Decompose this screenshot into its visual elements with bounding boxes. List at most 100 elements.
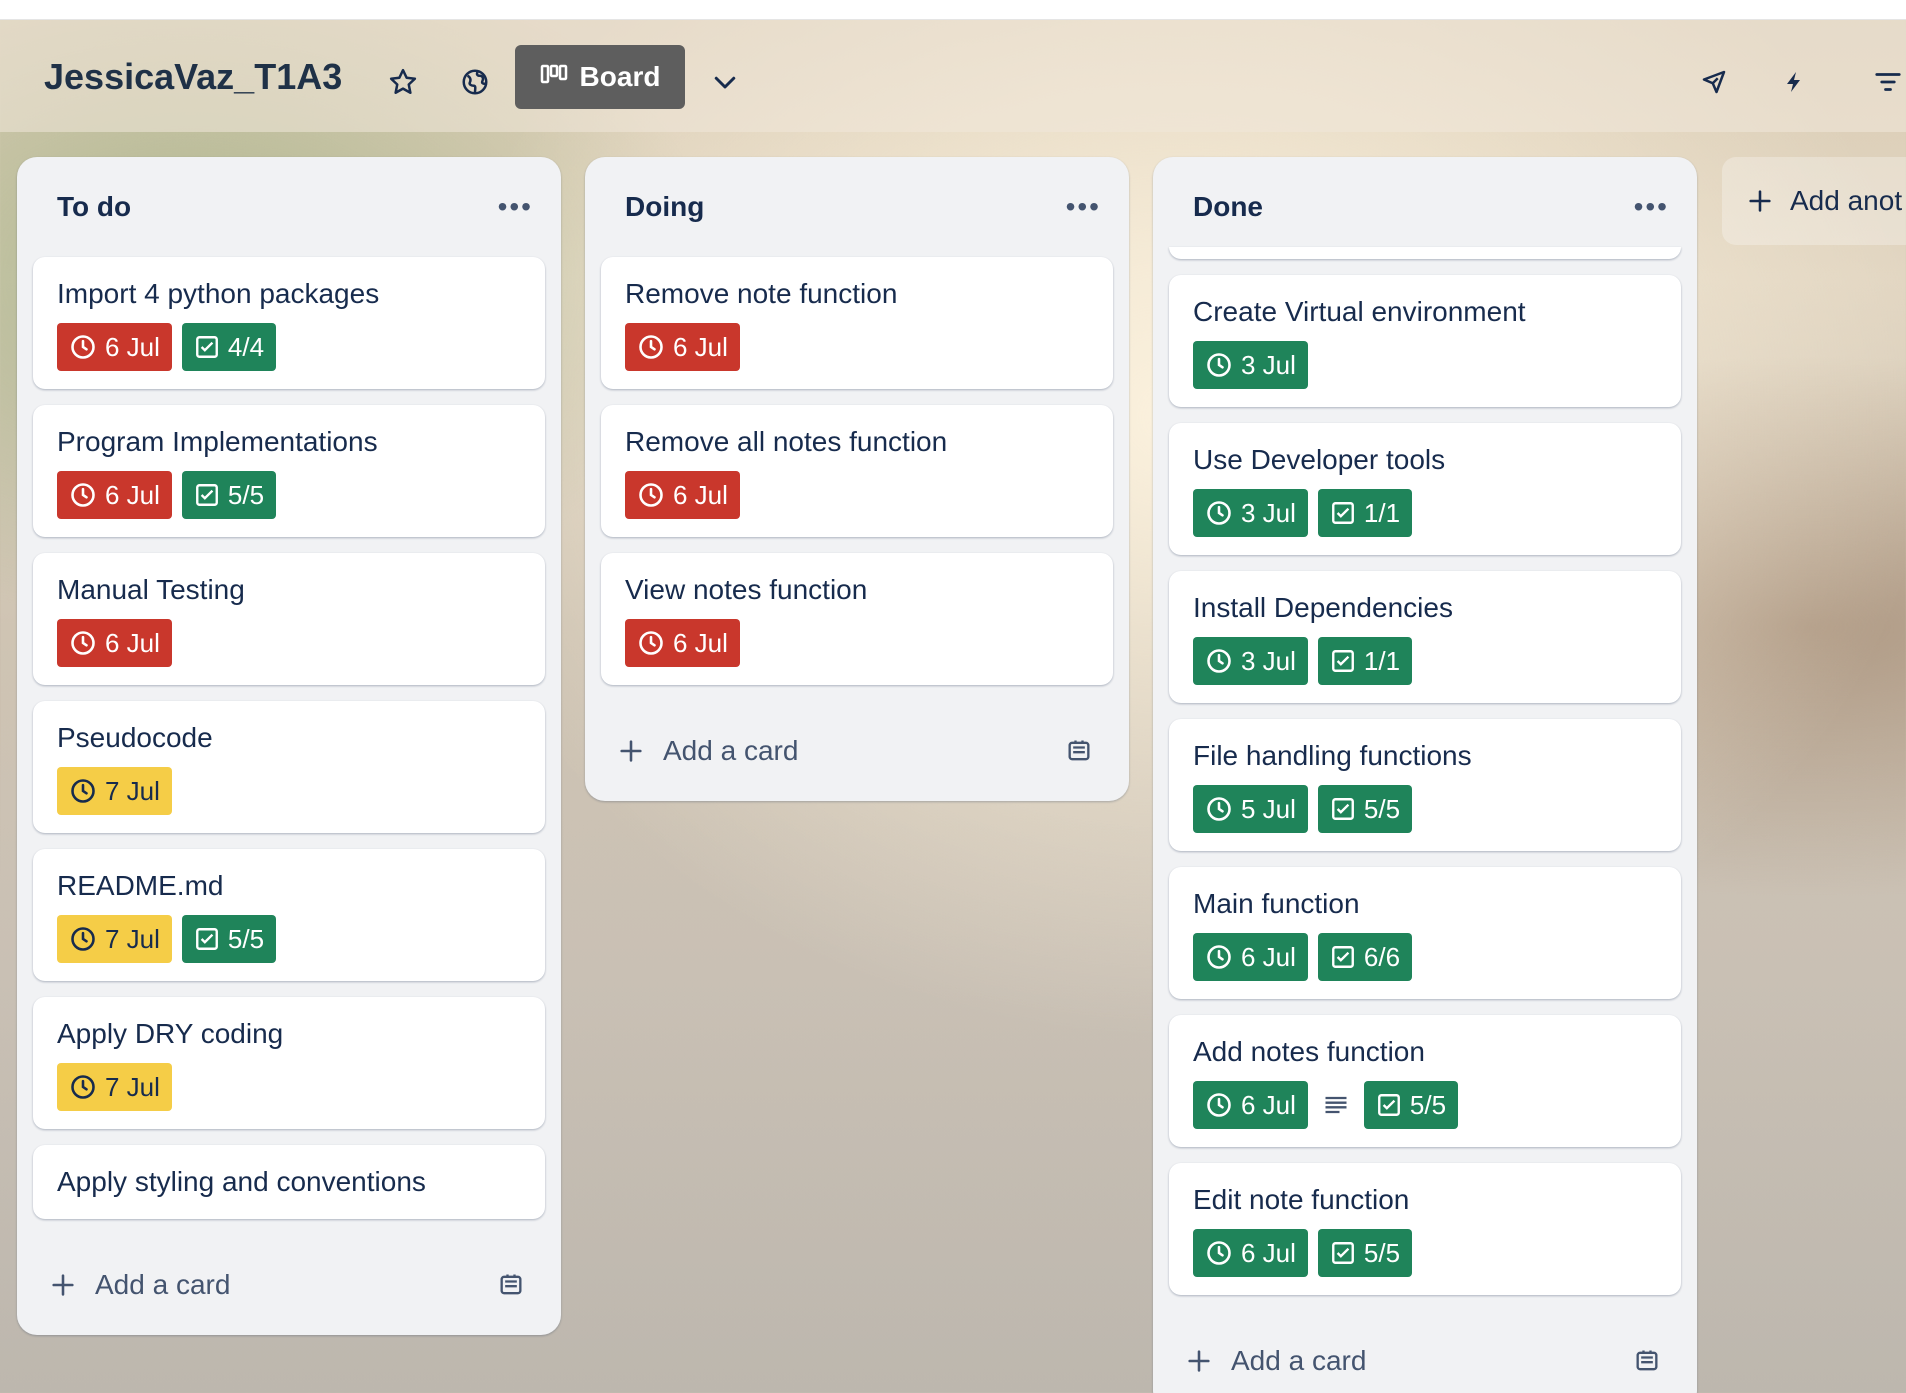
- card-title: Pseudocode: [57, 722, 213, 753]
- card[interactable]: Apply DRY coding 7 Jul: [33, 997, 545, 1129]
- card-title: Install Dependencies: [1193, 592, 1453, 623]
- due-date-badge[interactable]: 6 Jul: [1193, 1081, 1308, 1129]
- card[interactable]: Remove all notes function 6 Jul: [601, 405, 1113, 537]
- due-date-badge[interactable]: 6 Jul: [1193, 933, 1308, 981]
- add-card-button[interactable]: Add a card: [17, 1235, 561, 1335]
- filter-icon[interactable]: [1866, 60, 1906, 104]
- due-date-badge[interactable]: 6 Jul: [1193, 1229, 1308, 1277]
- checklist-badge: 5/5: [1317, 1229, 1413, 1277]
- board-view-button[interactable]: Board: [515, 45, 685, 109]
- checkbox-icon: [1331, 946, 1354, 968]
- checklist-badge: 5/5: [1317, 785, 1413, 833]
- more-dots-icon[interactable]: •••: [1066, 191, 1101, 223]
- due-date-badge[interactable]: 3 Jul: [1193, 341, 1308, 389]
- clock-icon: [1207, 353, 1231, 377]
- list-header: To do •••: [17, 157, 561, 257]
- add-card-button[interactable]: Add a card: [585, 701, 1129, 801]
- due-date-badge[interactable]: 6 Jul: [57, 323, 172, 371]
- rocket-icon[interactable]: [1692, 60, 1736, 104]
- list-header: Done •••: [1153, 157, 1697, 257]
- chevron-down-icon[interactable]: [703, 60, 747, 104]
- card[interactable]: Edit note function 6 Jul 5/5: [1169, 1163, 1681, 1295]
- card[interactable]: View notes function 6 Jul: [601, 553, 1113, 685]
- checkbox-icon: [1377, 1094, 1400, 1116]
- clock-icon: [71, 927, 95, 951]
- card[interactable]: Apply styling and conventions: [33, 1145, 545, 1219]
- due-date-badge[interactable]: 6 Jul: [625, 619, 740, 667]
- card-title: README.md: [57, 870, 224, 901]
- due-date-text: 6 Jul: [673, 331, 728, 362]
- due-date-text: 3 Jul: [1241, 349, 1296, 380]
- clock-icon: [71, 483, 95, 507]
- card-template-icon[interactable]: [1065, 737, 1093, 765]
- due-date-text: 6 Jul: [105, 479, 160, 510]
- star-icon[interactable]: [381, 60, 425, 104]
- clock-icon: [1207, 945, 1231, 969]
- card[interactable]: Remove note function 6 Jul: [601, 257, 1113, 389]
- due-date-text: 6 Jul: [1241, 1089, 1296, 1120]
- card[interactable]: File handling functions 5 Jul 5/5: [1169, 719, 1681, 851]
- list-doing: Doing ••• Remove note function 6 Jul Rem…: [585, 157, 1129, 801]
- due-date-badge[interactable]: 3 Jul: [1193, 489, 1308, 537]
- due-date-text: 6 Jul: [1241, 941, 1296, 972]
- clock-icon: [71, 1075, 95, 1099]
- list-title[interactable]: Done: [1193, 191, 1263, 223]
- card[interactable]: Main function 6 Jul 6/6: [1169, 867, 1681, 999]
- list-title[interactable]: To do: [57, 191, 131, 223]
- card[interactable]: Create Virtual environment 3 Jul: [1169, 275, 1681, 407]
- checklist-count: 4/4: [227, 331, 265, 362]
- due-date-badge[interactable]: 7 Jul: [57, 1063, 172, 1111]
- board-columns-icon: [540, 61, 568, 93]
- card[interactable]: README.md 7 Jul 5/5: [33, 849, 545, 981]
- due-date-badge[interactable]: 6 Jul: [57, 619, 172, 667]
- checklist-badge: 5/5: [181, 915, 277, 963]
- checklist-badge: 5/5: [181, 471, 277, 519]
- checklist-count: 6/6: [1363, 941, 1401, 972]
- more-dots-icon[interactable]: •••: [498, 191, 533, 223]
- browser-top-strip: [0, 0, 1906, 20]
- board-view-label: Board: [579, 61, 661, 92]
- due-date-text: 5 Jul: [1241, 793, 1296, 824]
- due-date-badge[interactable]: 5 Jul: [1193, 785, 1308, 833]
- due-date-text: 6 Jul: [1241, 1237, 1296, 1268]
- checklist-count: 1/1: [1363, 497, 1401, 528]
- checkbox-icon: [1331, 650, 1354, 672]
- card[interactable]: Add notes function 6 Jul 5/5: [1169, 1015, 1681, 1147]
- card-template-icon[interactable]: [497, 1271, 525, 1299]
- card[interactable]: Install Dependencies 3 Jul 1/1: [1169, 571, 1681, 703]
- more-dots-icon[interactable]: •••: [1634, 191, 1669, 223]
- card[interactable]: Import 4 python packages 6 Jul 4/4: [33, 257, 545, 389]
- board-title[interactable]: JessicaVaz_T1A3: [44, 56, 342, 98]
- clock-icon: [1207, 797, 1231, 821]
- card[interactable]: Program Implementations 6 Jul 5/5: [33, 405, 545, 537]
- add-list-button[interactable]: Add anot: [1722, 157, 1906, 245]
- due-date-badge[interactable]: 6 Jul: [57, 471, 172, 519]
- card[interactable]: Use Developer tools 3 Jul 1/1: [1169, 423, 1681, 555]
- card[interactable]: Pseudocode 7 Jul: [33, 701, 545, 833]
- add-card-button[interactable]: Add a card: [1153, 1311, 1697, 1393]
- lightning-icon[interactable]: [1772, 60, 1816, 104]
- due-date-text: 7 Jul: [105, 775, 160, 806]
- due-date-badge[interactable]: 7 Jul: [57, 915, 172, 963]
- card[interactable]: Manual Testing 6 Jul: [33, 553, 545, 685]
- due-date-badge[interactable]: 7 Jul: [57, 767, 172, 815]
- clock-icon: [71, 335, 95, 359]
- checklist-badge: 1/1: [1317, 489, 1413, 537]
- card-title: Create Virtual environment: [1193, 296, 1526, 327]
- due-date-badge[interactable]: 6 Jul: [625, 471, 740, 519]
- clock-icon: [1207, 649, 1231, 673]
- checklist-count: 5/5: [1363, 793, 1401, 824]
- due-date-badge[interactable]: 3 Jul: [1193, 637, 1308, 685]
- card-list: Import 4 python packages 6 Jul 4/4 Progr…: [17, 257, 561, 1219]
- card-title: Manual Testing: [57, 574, 245, 605]
- plus-icon: [1749, 190, 1771, 212]
- globe-icon[interactable]: [453, 60, 497, 104]
- card-title: Program Implementations: [57, 426, 378, 457]
- checkbox-icon: [195, 484, 218, 506]
- board-header: JessicaVaz_T1A3 Board: [0, 20, 1906, 132]
- list-title[interactable]: Doing: [625, 191, 704, 223]
- list-header: Doing •••: [585, 157, 1129, 257]
- due-date-badge[interactable]: 6 Jul: [625, 323, 740, 371]
- card-template-icon[interactable]: [1633, 1347, 1661, 1375]
- checklist-count: 5/5: [227, 479, 265, 510]
